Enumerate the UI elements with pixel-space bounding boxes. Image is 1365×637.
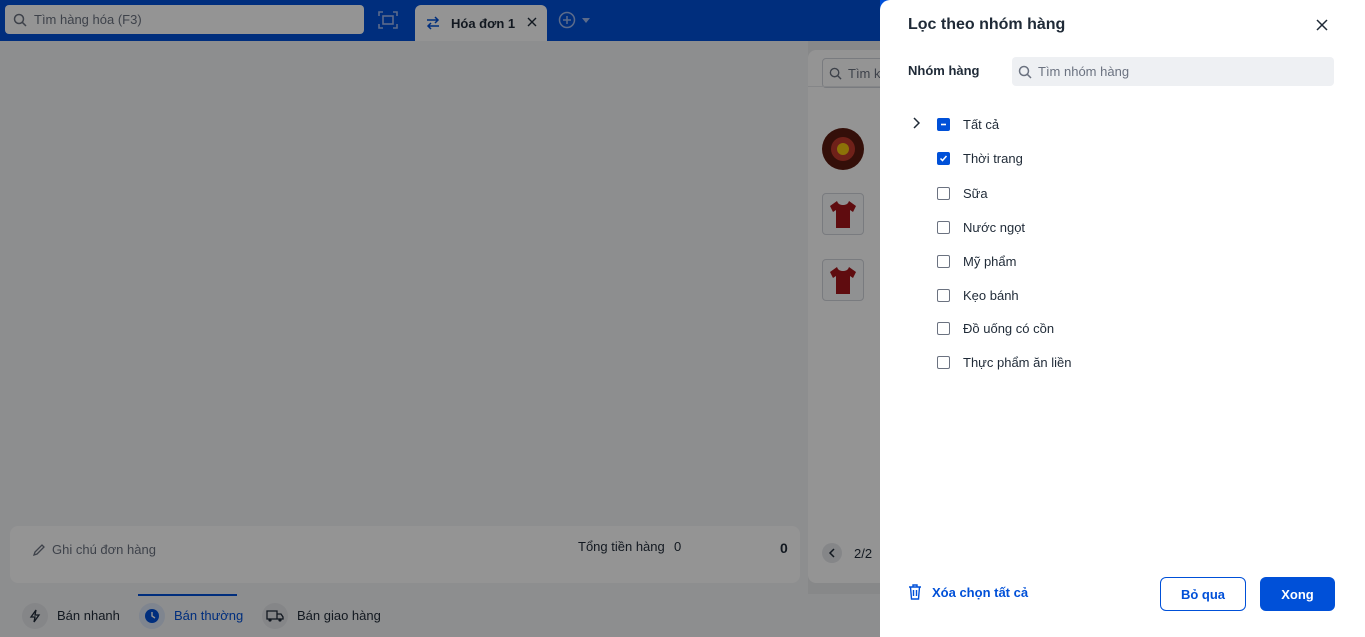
- category-item-fashion[interactable]: Thời trang: [937, 147, 1023, 169]
- category-label: Nước ngọt: [963, 219, 1026, 235]
- expand-tree-button[interactable]: [908, 115, 924, 131]
- checkbox[interactable]: [937, 355, 950, 369]
- clear-all-button[interactable]: Xóa chọn tất cả: [908, 584, 1028, 600]
- chevron-right-icon: [913, 117, 920, 129]
- category-item-soft-drinks[interactable]: Nước ngọt: [937, 216, 1025, 238]
- group-label: Nhóm hàng: [908, 63, 980, 78]
- trash-icon: [909, 584, 921, 600]
- cancel-button[interactable]: Bỏ qua: [1160, 577, 1246, 611]
- category-item-cosmetics[interactable]: Mỹ phẩm: [937, 250, 1016, 272]
- category-label: Thực phẩm ăn liền: [963, 354, 1072, 370]
- category-item-candy[interactable]: Kẹo bánh: [937, 284, 1019, 306]
- group-search-box: [1012, 57, 1334, 86]
- close-icon: [1316, 19, 1328, 31]
- category-label: Tất cả: [963, 116, 1000, 132]
- done-button[interactable]: Xong: [1260, 577, 1335, 611]
- checkbox[interactable]: [937, 220, 950, 234]
- category-item-alcohol[interactable]: Đồ uống có cồn: [937, 317, 1054, 339]
- category-label: Mỹ phẩm: [963, 253, 1017, 269]
- checkbox[interactable]: [937, 254, 950, 268]
- close-drawer-button[interactable]: [1313, 16, 1331, 34]
- category-label: Sữa: [963, 185, 988, 201]
- clear-all-label: Xóa chọn tất cả: [932, 584, 1029, 600]
- checkbox[interactable]: [937, 321, 950, 335]
- category-label: Kẹo bánh: [963, 287, 1019, 303]
- modal-overlay[interactable]: [0, 0, 880, 637]
- checkbox[interactable]: [937, 288, 950, 302]
- category-item-milk[interactable]: Sữa: [937, 182, 988, 204]
- checkbox-partial[interactable]: [937, 117, 950, 131]
- category-item-instant-food[interactable]: Thực phẩm ăn liền: [937, 351, 1071, 373]
- category-label: Thời trang: [963, 150, 1023, 166]
- search-icon: [1018, 65, 1032, 79]
- checkbox-checked[interactable]: [937, 151, 950, 165]
- group-search-input[interactable]: [1038, 64, 1318, 79]
- drawer-title: Lọc theo nhóm hàng: [908, 16, 1066, 33]
- category-filter-drawer: Lọc theo nhóm hàng Nhóm hàng Tất cả Thời…: [880, 0, 1365, 637]
- category-label: Đồ uống có cồn: [963, 320, 1055, 336]
- category-item-all[interactable]: Tất cả: [937, 113, 999, 135]
- checkbox[interactable]: [937, 186, 950, 200]
